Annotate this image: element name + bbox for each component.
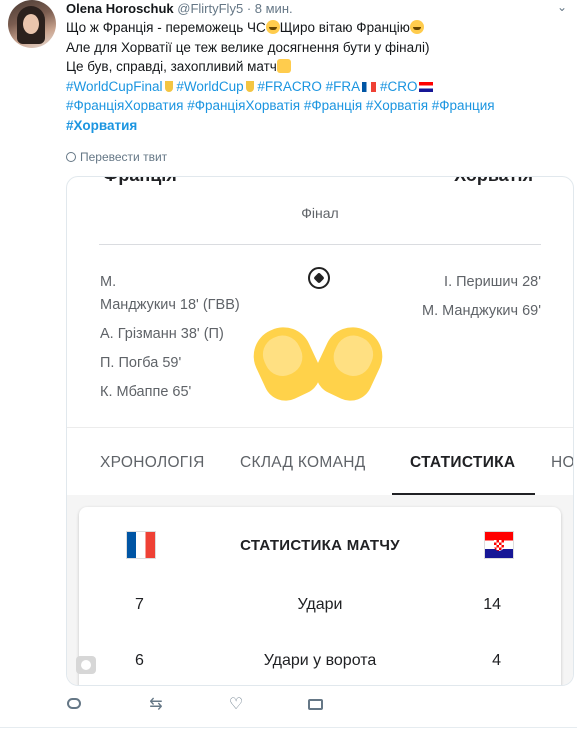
- scorer: А. Грізманн 38' (П): [100, 326, 224, 342]
- chevron-down-icon[interactable]: ⌄: [557, 0, 567, 14]
- tab-statistics[interactable]: СТАТИСТИКА: [410, 454, 515, 472]
- tab-news[interactable]: НО: [551, 454, 573, 472]
- hashtag-link[interactable]: #Франция: [432, 98, 495, 113]
- scorers-left: М. Манджукич 18' (ГВВ) А. Грізманн 38' (…: [100, 272, 240, 405]
- text-line1-a: Що ж Франція - переможець ЧС: [66, 20, 266, 35]
- scorer: М. Манджукич 69': [422, 303, 541, 319]
- scorers-right: І. Перишич 28' М. Манджукич 69': [422, 272, 541, 330]
- tab-timeline[interactable]: ХРОНОЛОГІЯ: [100, 454, 205, 472]
- scorer: І. Перишич 28': [444, 274, 541, 290]
- scorer: М.: [100, 274, 117, 290]
- stat-right-value: 14: [483, 596, 501, 613]
- globe-icon: [66, 152, 76, 162]
- grin-emoji-icon: [409, 20, 424, 34]
- team-right-name: Хорватія: [454, 177, 533, 186]
- scorer: К. Мбаппе 65': [100, 384, 192, 400]
- hashtag-link[interactable]: #ФранціяХорватія: [187, 98, 300, 113]
- text-line3: Це був, справді, захопливий матч: [66, 59, 277, 74]
- stats-card: СТАТИСТИКА МАТЧУ 7 Удари 14 6 Удари у во…: [79, 507, 561, 685]
- tweet-actions: ⇆ ♡: [66, 696, 566, 718]
- croatia-flag-icon: [484, 531, 514, 559]
- tweet-text: Що ж Франція - переможець ЧС Щиро вітаю Ф…: [66, 18, 566, 135]
- avatar[interactable]: [8, 0, 56, 48]
- divider: [99, 244, 541, 245]
- hashtag-link[interactable]: #Хорватія: [366, 98, 428, 113]
- hashtag-link[interactable]: #FRA: [326, 79, 361, 94]
- hashtag-link[interactable]: #ФранціяХорватия: [66, 98, 183, 113]
- trophy-emoji-icon: [245, 80, 254, 92]
- tweet-time[interactable]: 8 мин.: [255, 1, 293, 16]
- text-line2: Але для Хорватії це теж велике досягненн…: [66, 39, 430, 55]
- heart-icon[interactable]: ♡: [227, 696, 245, 714]
- croatia-flag-icon: [419, 81, 434, 92]
- hashtag-link-highlighted[interactable]: #Хорватия: [66, 118, 137, 133]
- team-left-name: Франція: [103, 177, 177, 186]
- stat-label: Удари у ворота: [263, 652, 377, 669]
- divider: [0, 727, 577, 728]
- hashtag-link[interactable]: #Франція: [304, 98, 362, 113]
- attached-image[interactable]: Франція Хорватія Фінал М. Манджукич 18' …: [66, 176, 574, 686]
- message-icon[interactable]: [307, 696, 325, 714]
- scorer: П. Погба 59': [100, 355, 182, 371]
- author-handle[interactable]: @FlirtyFly5: [177, 1, 243, 16]
- match-tabs: ХРОНОЛОГІЯ СКЛАД КОМАНД СТАТИСТИКА НО: [67, 427, 573, 497]
- translate-tweet-link[interactable]: Перевести твит: [66, 150, 167, 164]
- hashtag-link[interactable]: #CRO: [380, 79, 418, 94]
- hashtag-link[interactable]: #WorldCupFinal: [66, 79, 163, 94]
- retweet-icon[interactable]: ⇆: [147, 696, 165, 714]
- stat-right-value: 4: [492, 652, 501, 669]
- hashtag-link[interactable]: #FRACRO: [257, 79, 322, 94]
- separator-dot: ·: [246, 1, 252, 16]
- raised-hands-emoji-icon: [244, 318, 392, 408]
- soccer-ball-icon: [308, 267, 330, 289]
- hashtag-link[interactable]: #WorldCup: [176, 79, 243, 94]
- france-flag-icon: [362, 81, 377, 92]
- tweet-header: Olena Horoschuk @FlirtyFly5 · 8 мин.: [66, 0, 293, 18]
- author-name[interactable]: Olena Horoschuk: [66, 1, 174, 16]
- trophy-emoji-icon: [164, 80, 173, 92]
- tab-lineups[interactable]: СКЛАД КОМАНД: [240, 454, 366, 472]
- match-stage: Фінал: [301, 205, 339, 221]
- tweet: Olena Horoschuk @FlirtyFly5 · 8 мин. ⌄ Щ…: [0, 0, 577, 739]
- media-badge-icon[interactable]: [76, 656, 96, 674]
- reply-icon[interactable]: [66, 696, 84, 714]
- fist-emoji-icon: [276, 59, 291, 73]
- stats-area: СТАТИСТИКА МАТЧУ 7 Удари 14 6 Удари у во…: [67, 495, 573, 685]
- translate-label: Перевести твит: [80, 150, 168, 164]
- text-line1-b: Щиро вітаю Францію: [279, 20, 410, 35]
- grin-emoji-icon: [265, 20, 280, 34]
- scorer: Манджукич 18' (ГВВ): [100, 297, 240, 313]
